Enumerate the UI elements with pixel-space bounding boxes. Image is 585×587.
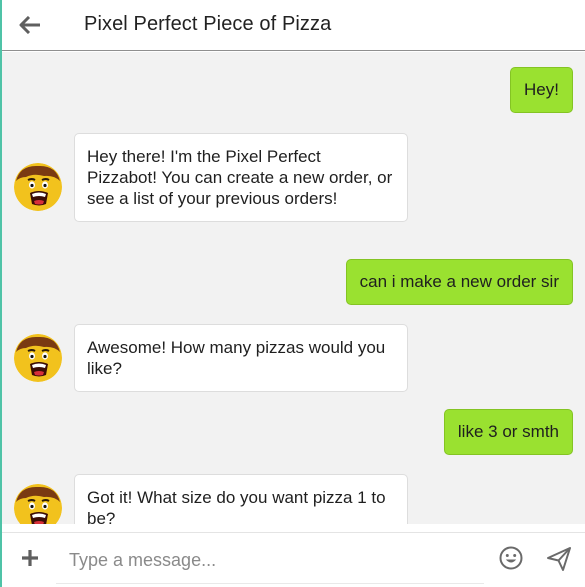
plus-icon bbox=[22, 550, 38, 566]
message-text: can i make a new order sir bbox=[359, 272, 559, 291]
message-text: Hey there! I'm the Pixel Perfect Pizzabo… bbox=[87, 147, 393, 208]
chat-title: Pixel Perfect Piece of Pizza bbox=[84, 13, 332, 35]
user-message: like 3 or smth bbox=[443, 409, 573, 455]
back-button[interactable] bbox=[14, 10, 46, 40]
message-input[interactable] bbox=[56, 537, 484, 584]
attach-button[interactable] bbox=[16, 544, 44, 572]
chat-window: Pixel Perfect Piece of Pizza Hey! Hey th… bbox=[0, 0, 585, 587]
message-text: Hey! bbox=[524, 80, 559, 99]
chat-header: Pixel Perfect Piece of Pizza bbox=[2, 0, 585, 51]
user-message: Hey! bbox=[510, 67, 573, 113]
back-arrow-icon bbox=[19, 16, 40, 34]
emoji-icon bbox=[499, 546, 523, 570]
send-button[interactable] bbox=[545, 545, 573, 573]
user-message: can i make a new order sir bbox=[345, 259, 573, 305]
bot-avatar bbox=[14, 334, 62, 382]
bot-message: Awesome! How many pizzas would you like? bbox=[74, 324, 408, 392]
message-text: Got it! What size do you want pizza 1 to… bbox=[87, 488, 386, 524]
bot-message: Got it! What size do you want pizza 1 to… bbox=[74, 474, 408, 524]
message-text: like 3 or smth bbox=[457, 422, 559, 441]
emoji-button[interactable] bbox=[498, 545, 524, 571]
bot-avatar bbox=[14, 484, 62, 524]
bot-message: Hey there! I'm the Pixel Perfect Pizzabo… bbox=[74, 133, 408, 222]
send-icon bbox=[547, 547, 571, 571]
message-composer bbox=[2, 532, 585, 587]
bot-avatar bbox=[14, 163, 62, 211]
message-list[interactable]: Hey! Hey there! I'm the Pixel Perfect Pi… bbox=[2, 52, 585, 524]
message-text: Awesome! How many pizzas would you like? bbox=[87, 338, 386, 378]
